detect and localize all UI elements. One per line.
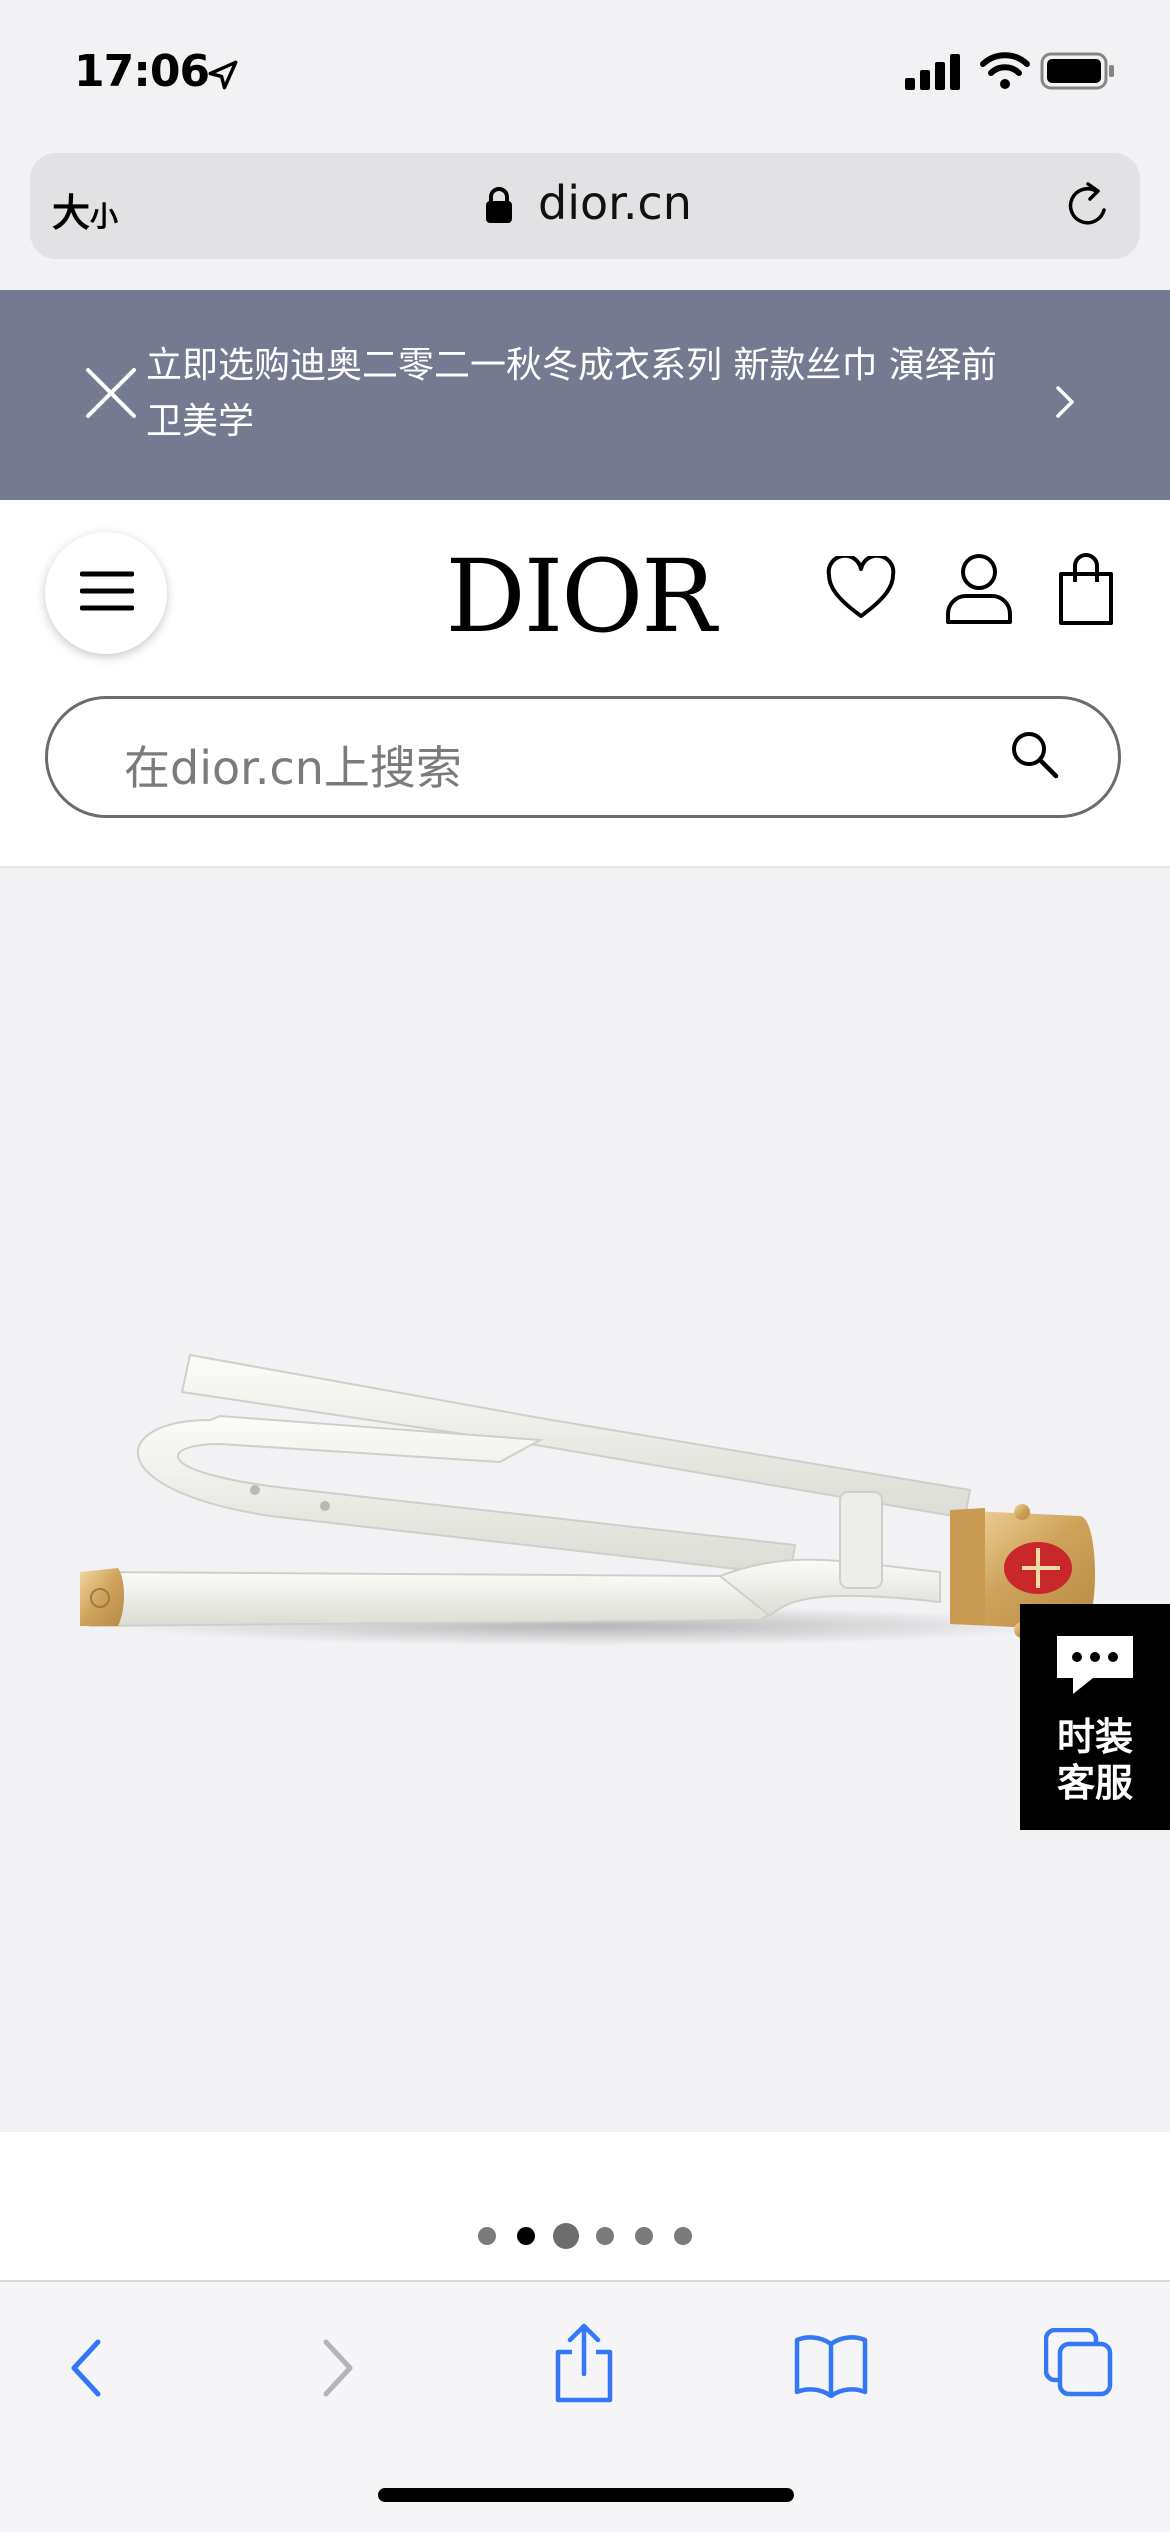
heart-icon[interactable] [826,556,896,622]
share-icon[interactable] [552,2322,616,2404]
hamburger-menu-icon[interactable] [80,570,134,612]
battery-icon [1040,52,1114,90]
carousel-dot[interactable] [596,2227,614,2245]
close-icon[interactable] [82,364,140,422]
text-size-small: 小 [90,200,119,233]
account-icon[interactable] [944,552,1014,624]
carousel-dot[interactable] [478,2227,496,2245]
chat-label-line2: 客服 [1056,1761,1133,1805]
bookmarks-icon[interactable] [794,2334,868,2398]
tabs-icon[interactable] [1044,2328,1114,2398]
fashion-service-label[interactable]: 时装 客服 [1020,1714,1170,1806]
carousel-indicator [0,2132,1170,2280]
home-indicator [378,2488,794,2502]
promo-text[interactable]: 立即选购迪奥二零二一秋冬成衣系列 新款丝巾 演绎前卫美学 [146,338,1016,450]
text-size-large: 大 [52,191,91,235]
carousel-dot[interactable] [635,2227,653,2245]
reload-icon[interactable] [1062,180,1114,232]
shopping-bag-icon[interactable] [1058,552,1114,626]
back-icon[interactable] [66,2336,106,2400]
carousel-dot[interactable] [553,2223,579,2249]
chat-label-line1: 时装 [1056,1715,1133,1759]
text-size-button[interactable]: 大小 [52,182,118,237]
lock-icon [486,187,512,223]
belt-image[interactable] [70,1340,1120,1650]
carousel-dot[interactable] [674,2227,692,2245]
forward-icon[interactable] [318,2336,358,2400]
carousel-dot[interactable] [517,2227,535,2245]
status-time: 17:06 [74,46,210,97]
chat-bubble-icon[interactable] [1053,1632,1137,1696]
wifi-icon [980,52,1030,89]
search-icon[interactable] [1008,728,1060,780]
location-arrow-icon [208,60,238,90]
url-text[interactable]: dior.cn [538,176,692,230]
search-placeholder[interactable]: 在dior.cn上搜索 [124,732,462,798]
dior-logo[interactable]: DIOR [440,538,720,655]
chevron-right-icon[interactable] [1050,382,1080,422]
cellular-signal-icon [905,54,960,90]
